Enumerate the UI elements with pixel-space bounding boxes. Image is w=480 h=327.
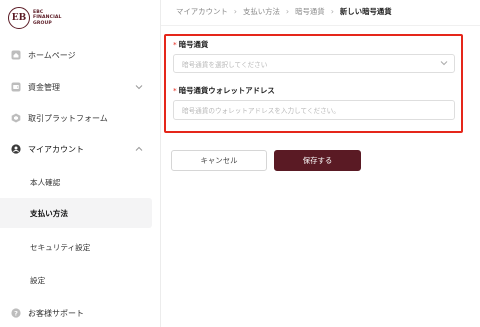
sidebar-item-support[interactable]: ? お客様サポート (0, 298, 161, 327)
sidebar-item-funds[interactable]: 資金管理 (0, 72, 161, 102)
save-button[interactable]: 保存する (274, 150, 361, 171)
brand-logo[interactable]: EB EBC FINANCIAL GROUP (8, 7, 62, 29)
crypto-label: * 暗号通貨 (173, 39, 208, 50)
user-icon (11, 144, 21, 154)
chevron-down-icon (440, 60, 448, 68)
wallet-address-placeholder: 暗号通貨のウォレットアドレスを入力してください。 (182, 107, 340, 115)
breadcrumb-current: 新しい暗号通貨 (339, 6, 392, 16)
help-icon: ? (11, 308, 21, 318)
header-divider (161, 25, 480, 26)
sidebar-item-label: 資金管理 (28, 82, 60, 92)
breadcrumb-item-payment[interactable]: 支払い方法 (243, 6, 280, 17)
sidebar-item-platform[interactable]: 取引プラットフォーム (0, 103, 161, 133)
sidebar-subitem-payment-methods[interactable]: 支払い方法 (0, 198, 152, 228)
sidebar-item-label: マイアカウント (28, 144, 84, 154)
sidebar-item-home[interactable]: ホームページ (0, 40, 161, 70)
cancel-button[interactable]: キャンセル (171, 150, 267, 171)
sidebar-subitem-security[interactable]: セキュリティ設定 (0, 232, 152, 262)
wallet-icon (11, 82, 21, 92)
sidebar-item-label: 取引プラットフォーム (28, 113, 108, 123)
chevron-right-icon: › (330, 6, 334, 16)
sidebar-subitem-label: セキュリティ設定 (30, 242, 91, 252)
wallet-label-text: 暗号通貨ウォレットアドレス (178, 86, 275, 95)
crypto-select-placeholder: 暗号通貨を選択してください (182, 60, 268, 69)
sidebar: EB EBC FINANCIAL GROUP ホームページ 資金管理 取引プラッ… (0, 0, 161, 327)
logo-line-2: FINANCIAL (33, 15, 62, 21)
logo-line-3: GROUP (33, 20, 52, 26)
required-mark: * (173, 40, 177, 49)
sidebar-subitem-settings[interactable]: 設定 (0, 265, 152, 295)
home-icon (11, 50, 21, 60)
logo-wordmark: EBC FINANCIAL GROUP (33, 10, 62, 26)
sidebar-item-label: ホームページ (28, 50, 76, 60)
chevron-right-icon: › (233, 6, 237, 16)
svg-text:?: ? (14, 309, 18, 317)
logo-mark: EB (8, 7, 30, 29)
sidebar-item-account[interactable]: マイアカウント (0, 134, 161, 164)
chevron-down-icon (135, 83, 143, 92)
app-root: EB EBC FINANCIAL GROUP ホームページ 資金管理 取引プラッ… (0, 0, 480, 327)
crypto-form: * 暗号通貨 暗号通貨を選択してください * 暗号通貨ウォレットアドレス 暗号通貨の… (164, 34, 463, 133)
sidebar-subitem-label: 設定 (30, 275, 46, 285)
crypto-select[interactable]: 暗号通貨を選択してください (173, 54, 455, 73)
required-mark: * (173, 86, 177, 95)
crypto-label-text: 暗号通貨 (178, 40, 209, 49)
breadcrumb-item-crypto[interactable]: 暗号通貨 (295, 6, 325, 17)
wallet-label: * 暗号通貨ウォレットアドレス (173, 85, 275, 96)
sidebar-subitem-label: 支払い方法 (30, 208, 68, 218)
chevron-right-icon: › (285, 6, 290, 16)
breadcrumb: マイアカウント › 支払い方法 › 暗号通貨 › 新しい暗号通貨 (176, 4, 392, 18)
chevron-up-icon (135, 145, 143, 154)
wallet-address-input[interactable]: 暗号通貨のウォレットアドレスを入力してください。 (173, 100, 455, 120)
platform-icon (11, 113, 21, 123)
sidebar-subitem-label: 本人確認 (30, 177, 61, 187)
breadcrumb-item-account[interactable]: マイアカウント (176, 6, 228, 17)
sidebar-item-label: お客様サポート (28, 308, 84, 318)
sidebar-subitem-verification[interactable]: 本人確認 (0, 167, 152, 197)
